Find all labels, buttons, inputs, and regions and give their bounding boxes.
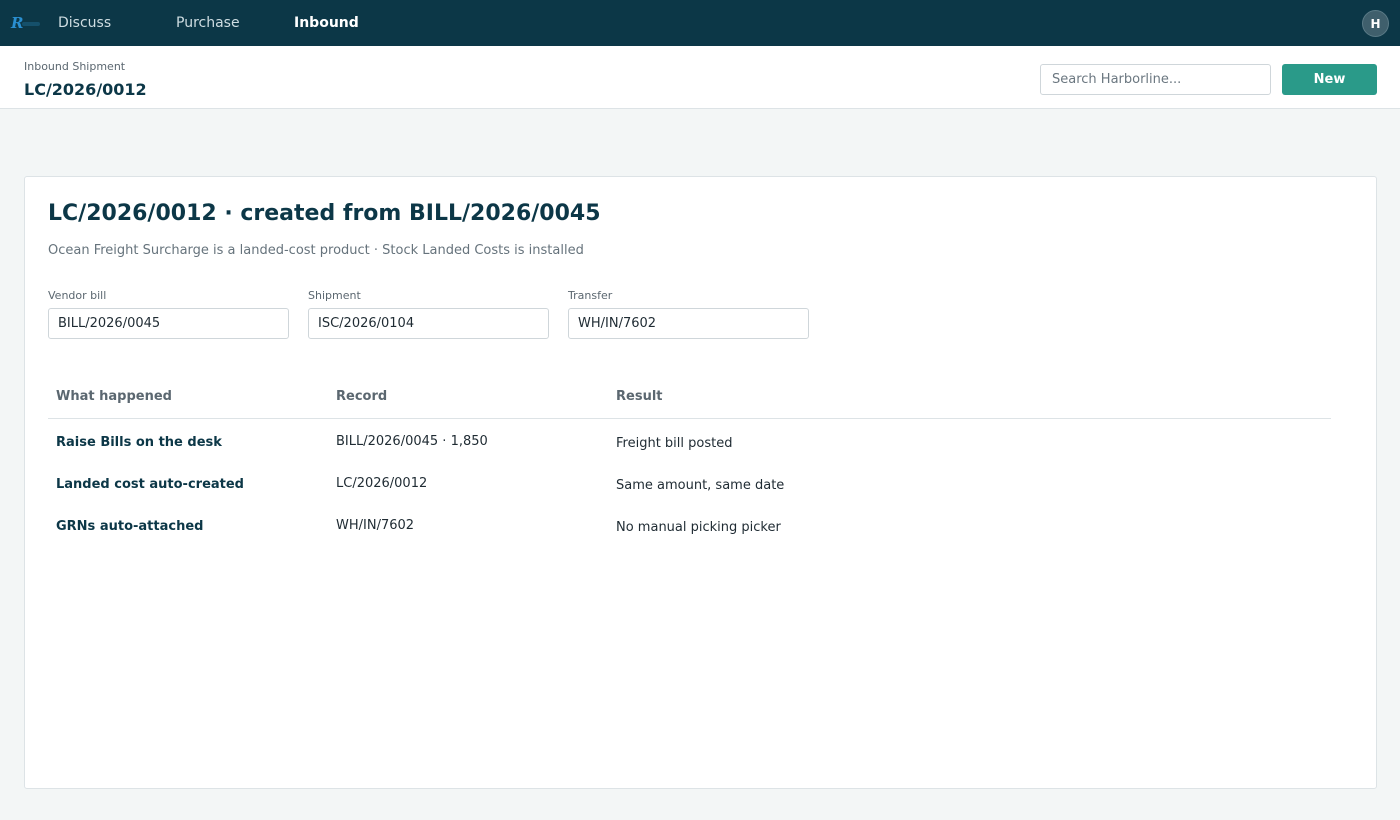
table-row[interactable]: Raise Bills on the desk BILL/2026/0045 ·… — [48, 419, 1331, 461]
history-table: What happened Record Result Raise Bills … — [48, 377, 1331, 545]
vendor-bill-input[interactable] — [48, 308, 289, 339]
row-record: WH/IN/7602 — [336, 518, 415, 533]
table-header: What happened Record Result — [48, 377, 1331, 419]
nav-item-discuss[interactable]: Discuss — [58, 0, 111, 46]
row-what: Raise Bills on the desk — [56, 435, 222, 450]
new-button[interactable]: New — [1282, 64, 1377, 95]
transfer-field: Transfer — [568, 289, 809, 339]
landed-cost-card: LC/2026/0012 · created from BILL/2026/00… — [24, 176, 1377, 789]
vendor-bill-field: Vendor bill — [48, 289, 289, 339]
user-avatar[interactable]: H — [1362, 10, 1389, 37]
vendor-bill-label: Vendor bill — [48, 289, 107, 302]
app-logo-icon[interactable]: R — [11, 13, 45, 33]
card-title: LC/2026/0012 · created from BILL/2026/00… — [48, 201, 601, 226]
row-record: BILL/2026/0045 · 1,850 — [336, 434, 488, 449]
row-result: Freight bill posted — [616, 436, 733, 451]
table-row[interactable]: Landed cost auto-created LC/2026/0012 Sa… — [48, 461, 1331, 503]
transfer-input[interactable] — [568, 308, 809, 339]
row-result: No manual picking picker — [616, 520, 781, 535]
column-header-record: Record — [336, 389, 388, 404]
nav-item-inbound[interactable]: Inbound — [294, 0, 359, 46]
row-what: GRNs auto-attached — [56, 519, 204, 534]
card-subtitle: Ocean Freight Surcharge is a landed-cost… — [48, 243, 584, 258]
row-what: Landed cost auto-created — [56, 477, 244, 492]
column-header-what: What happened — [56, 389, 172, 404]
column-header-result: Result — [616, 389, 663, 404]
breadcrumb[interactable]: Inbound Shipment — [24, 60, 125, 73]
shipment-input[interactable] — [308, 308, 549, 339]
page-title: LC/2026/0012 — [24, 80, 147, 99]
search-input[interactable] — [1040, 64, 1271, 95]
top-navbar: R Discuss Purchase Inbound H — [0, 0, 1400, 46]
shipment-field: Shipment — [308, 289, 549, 339]
row-record: LC/2026/0012 — [336, 476, 428, 491]
table-row[interactable]: GRNs auto-attached WH/IN/7602 No manual … — [48, 503, 1331, 545]
transfer-label: Transfer — [568, 289, 613, 302]
shipment-label: Shipment — [308, 289, 361, 302]
control-panel: Inbound Shipment LC/2026/0012 New — [0, 46, 1400, 109]
nav-item-purchase[interactable]: Purchase — [176, 0, 240, 46]
row-result: Same amount, same date — [616, 478, 785, 493]
